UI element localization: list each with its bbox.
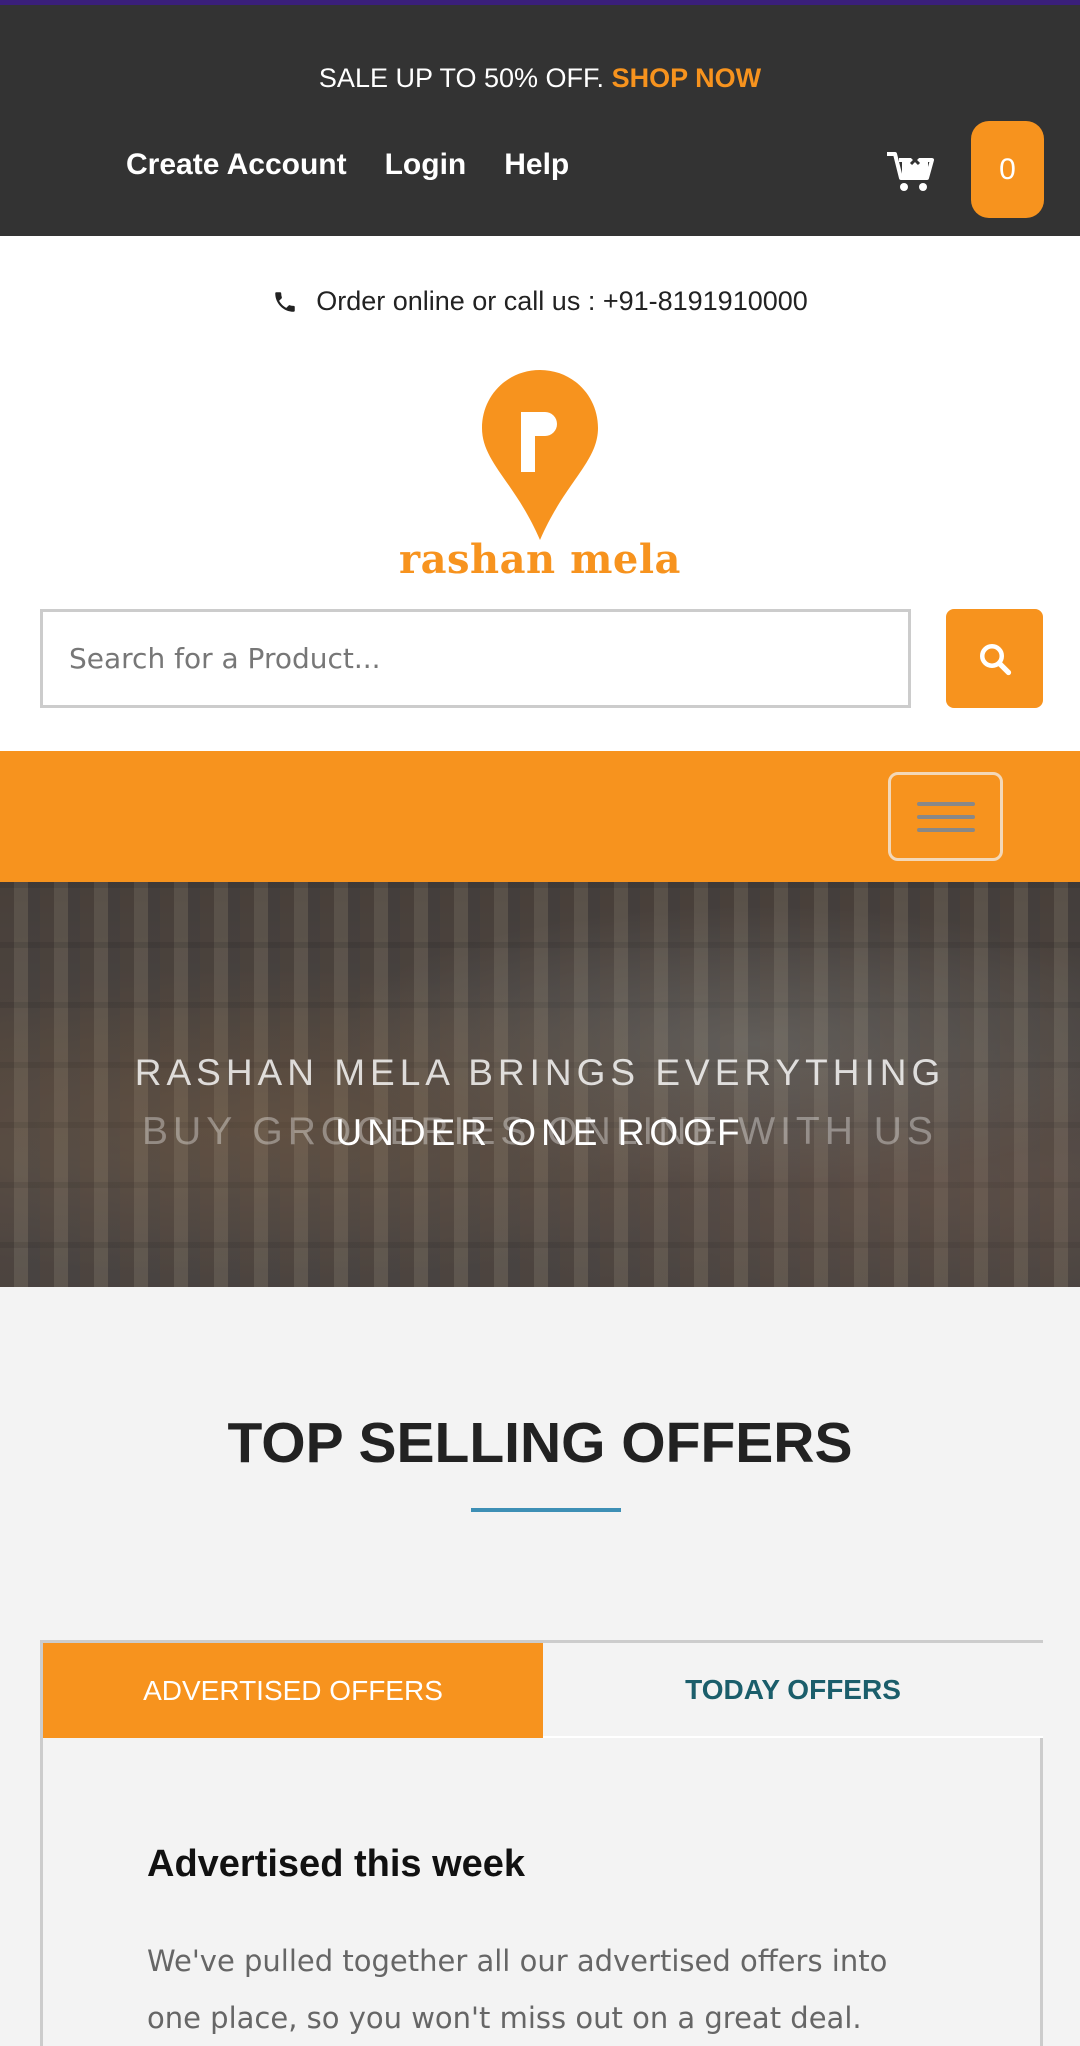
hamburger-icon[interactable]: [888, 772, 1003, 861]
search-input[interactable]: [40, 609, 911, 708]
cart-icon[interactable]: [885, 148, 935, 194]
panel-title: Advertised this week: [147, 1843, 526, 1885]
header: Order online or call us : +91-8191910000…: [0, 236, 1080, 751]
create-account-link[interactable]: Create Account: [126, 148, 347, 182]
hero-heading-line1: RASHAN MELA BRINGS EVERYTHING: [134, 1052, 946, 1093]
search-button[interactable]: [946, 609, 1043, 708]
phone-icon: [275, 291, 295, 312]
panel-text: We've pulled together all our advertised…: [147, 1944, 888, 2035]
nav-band: [0, 751, 1080, 882]
hero-banner: BUY GROCERIES ONLINE WITH US RASHAN MELA…: [0, 882, 1080, 1287]
tab-advertised-offers[interactable]: ADVERTISED OFFERS: [43, 1643, 543, 1738]
shop-now-link[interactable]: SHOP NOW: [612, 63, 762, 93]
cart-count-button[interactable]: 0: [971, 121, 1044, 218]
tab-today-offers[interactable]: TODAY OFFERS: [543, 1643, 1043, 1738]
top-bar: SALE UP TO 50% OFF. SHOP NOW Create Acco…: [0, 0, 1080, 236]
section-title: TOP SELLING OFFERS: [227, 1411, 853, 1475]
phone-text: Order online or call us : +91-8191910000: [316, 286, 808, 316]
offers-tabs: ADVERTISED OFFERS TODAY OFFERS Advertise…: [40, 1640, 1043, 2046]
hero-heading-line2: UNDER ONE ROOF: [335, 1112, 745, 1153]
sale-text: SALE UP TO 50% OFF.: [318, 63, 605, 93]
login-link[interactable]: Login: [385, 148, 467, 182]
title-underline: [471, 1508, 621, 1512]
sale-banner: SALE UP TO 50% OFF. SHOP NOW: [0, 63, 1080, 94]
search-icon: [979, 643, 1011, 675]
account-links: Create Account Login Help: [126, 148, 569, 182]
help-link[interactable]: Help: [504, 148, 569, 182]
phone-line: Order online or call us : +91-8191910000: [0, 286, 1080, 317]
logo-text: rashan mela: [399, 536, 681, 583]
